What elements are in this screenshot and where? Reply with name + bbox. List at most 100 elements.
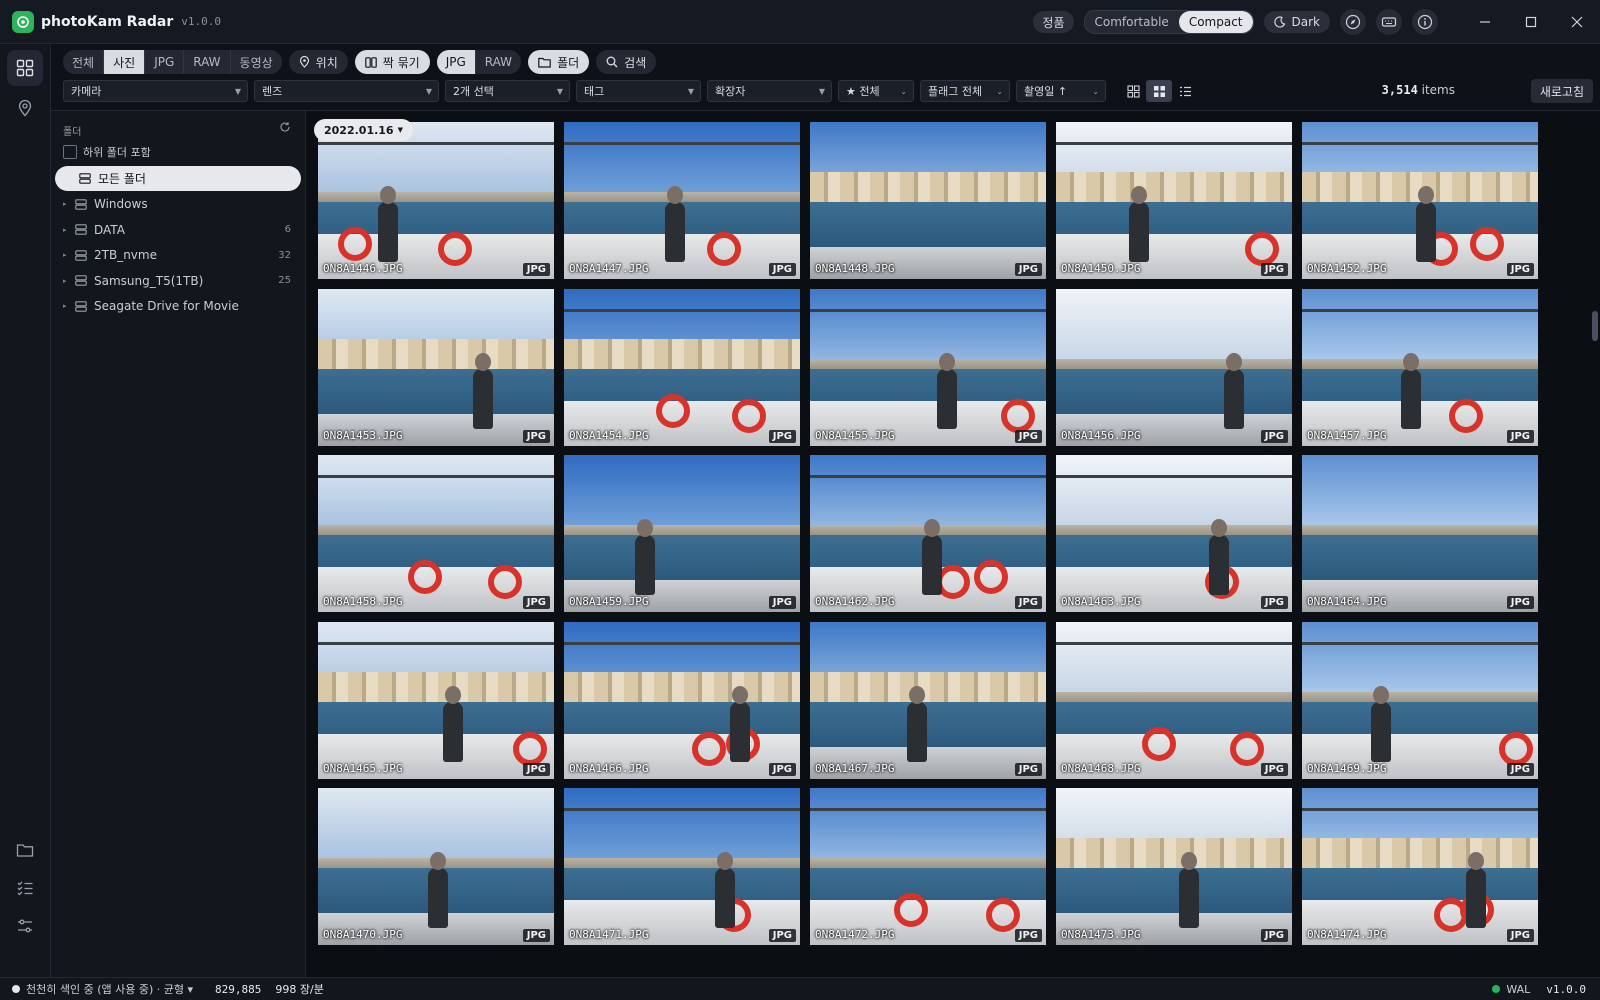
info-button[interactable] bbox=[1412, 9, 1438, 35]
photo-thumbnail[interactable]: 0N8A1453.JPG JPG bbox=[318, 289, 554, 446]
search-button[interactable]: 검색 bbox=[596, 50, 657, 74]
life-ring bbox=[408, 560, 442, 594]
location-button[interactable]: 위치 bbox=[288, 50, 348, 74]
close-button[interactable] bbox=[1554, 0, 1600, 44]
expand-arrow-icon[interactable]: ▸ bbox=[63, 200, 73, 208]
media-type-video[interactable]: 동영상 bbox=[231, 50, 282, 74]
compass-button[interactable] bbox=[1340, 9, 1366, 35]
rail-map-button[interactable] bbox=[7, 90, 43, 126]
theme-toggle[interactable]: Dark bbox=[1263, 11, 1330, 33]
sort-dropdown[interactable]: 촬영일 ↑ ⌄ bbox=[1016, 80, 1106, 102]
photo-thumbnail[interactable]: 0N8A1462.JPG JPG bbox=[810, 455, 1046, 612]
media-type-group[interactable]: 전체 사진 JPG RAW 동영상 bbox=[63, 50, 282, 74]
photo-thumbnail[interactable]: 0N8A1464.JPG JPG bbox=[1302, 455, 1538, 612]
refresh-button[interactable]: 새로고침 bbox=[1530, 79, 1593, 103]
density-comfortable[interactable]: Comfortable bbox=[1085, 11, 1179, 33]
keyboard-shortcuts-button[interactable] bbox=[1376, 9, 1402, 35]
photo-thumbnail[interactable]: 0N8A1466.JPG JPG bbox=[564, 622, 800, 779]
rail-folder-button[interactable] bbox=[7, 832, 43, 868]
photo-person-head bbox=[909, 686, 925, 704]
photo-thumbnail[interactable]: 0N8A1465.JPG JPG bbox=[318, 622, 554, 779]
include-subfolders-toggle[interactable]: 하위 폴더 포함 bbox=[63, 144, 151, 160]
folder-toggle-button[interactable]: 폴더 bbox=[528, 50, 590, 74]
folder-item[interactable]: ▸ Seagate Drive for Movie bbox=[55, 294, 301, 319]
media-type-raw[interactable]: RAW bbox=[184, 50, 231, 74]
photo-thumbnail[interactable]: 0N8A1458.JPG JPG bbox=[318, 455, 554, 612]
view-list-button[interactable] bbox=[1172, 80, 1198, 102]
multi-select-dropdown[interactable]: 2개 선택 ▼ bbox=[445, 80, 570, 102]
drive-icon bbox=[75, 224, 87, 235]
expand-arrow-icon[interactable]: ▸ bbox=[63, 302, 73, 310]
expand-arrow-icon[interactable]: ▸ bbox=[63, 277, 73, 285]
folder-item[interactable]: ▸ Samsung_T5(1TB) 25 bbox=[55, 268, 301, 293]
view-mode-switch[interactable] bbox=[1120, 80, 1198, 102]
photo-railing bbox=[318, 642, 554, 645]
media-type-jpg[interactable]: JPG bbox=[145, 50, 185, 74]
photo-thumbnail[interactable]: 0N8A1450.JPG JPG bbox=[1056, 122, 1292, 279]
photo-thumbnail[interactable]: 0N8A1469.JPG JPG bbox=[1302, 622, 1538, 779]
maximize-button[interactable] bbox=[1508, 0, 1554, 44]
photo-thumbnail[interactable]: 0N8A1473.JPG JPG bbox=[1056, 788, 1292, 945]
format-raw[interactable]: RAW bbox=[476, 50, 521, 74]
density-toggle[interactable]: Comfortable Compact bbox=[1083, 10, 1254, 34]
minimize-button[interactable] bbox=[1462, 0, 1508, 44]
photo-railing bbox=[564, 642, 800, 645]
view-compact-grid-button[interactable] bbox=[1146, 80, 1172, 102]
photo-thumbnail[interactable]: 0N8A1448.JPG JPG bbox=[810, 122, 1046, 279]
photo-filename: 0N8A1457.JPG bbox=[1307, 429, 1387, 442]
pair-group-button[interactable]: 짝 묶기 bbox=[354, 50, 430, 74]
left-rail bbox=[0, 44, 51, 977]
total-photos-count: 829,885 bbox=[215, 982, 262, 996]
expand-arrow-icon[interactable]: ▸ bbox=[63, 251, 73, 259]
photo-thumbnail[interactable]: 0N8A1468.JPG JPG bbox=[1056, 622, 1292, 779]
photo-thumbnail[interactable]: 0N8A1474.JPG JPG bbox=[1302, 788, 1538, 945]
photo-thumbnail[interactable]: 0N8A1459.JPG JPG bbox=[564, 455, 800, 612]
format-group[interactable]: JPG RAW bbox=[436, 50, 522, 74]
photo-thumbnail[interactable]: 0N8A1463.JPG JPG bbox=[1056, 455, 1292, 612]
folder-item-all[interactable]: 모든 폴더 bbox=[55, 166, 301, 191]
photo-grid: 2022.01.16 ▼ 0N8A1446.JPG JPG 0N8A1447.JPG… bbox=[306, 110, 1600, 977]
folder-item[interactable]: ▸ DATA 6 bbox=[55, 217, 301, 242]
extension-dropdown[interactable]: 확장자 ▼ bbox=[707, 80, 832, 102]
photo-railing bbox=[318, 142, 554, 145]
photo-thumbnail[interactable]: 0N8A1447.JPG JPG bbox=[564, 122, 800, 279]
folder-item[interactable]: ▸ Windows bbox=[55, 192, 301, 217]
rail-settings-button[interactable] bbox=[7, 908, 43, 944]
view-large-grid-button[interactable] bbox=[1120, 80, 1146, 102]
photo-thumbnail[interactable]: 0N8A1472.JPG JPG bbox=[810, 788, 1046, 945]
theme-label: Dark bbox=[1291, 15, 1320, 29]
include-subfolders-checkbox[interactable] bbox=[63, 145, 77, 159]
photo-thumbnail[interactable]: 0N8A1457.JPG JPG bbox=[1302, 289, 1538, 446]
photo-sky bbox=[810, 289, 1046, 359]
expand-arrow-icon[interactable]: ▸ bbox=[63, 226, 73, 234]
rail-grid-button[interactable] bbox=[7, 50, 43, 86]
photo-person bbox=[907, 702, 927, 762]
photo-thumbnail[interactable]: 0N8A1467.JPG JPG bbox=[810, 622, 1046, 779]
tag-dropdown[interactable]: 태그 ▼ bbox=[576, 80, 701, 102]
photo-type-badge: JPG bbox=[1014, 763, 1042, 776]
photo-city bbox=[564, 858, 800, 868]
lens-dropdown[interactable]: 렌즈 ▼ bbox=[254, 80, 439, 102]
photo-thumbnail[interactable]: 0N8A1454.JPG JPG bbox=[564, 289, 800, 446]
rating-dropdown[interactable]: ★ 전체 ⌄ bbox=[838, 80, 914, 102]
media-type-all[interactable]: 전체 bbox=[63, 50, 105, 74]
photo-thumbnail[interactable]: 0N8A1456.JPG JPG bbox=[1056, 289, 1292, 446]
license-badge[interactable]: 정품 bbox=[1033, 11, 1074, 33]
format-jpg[interactable]: JPG bbox=[436, 50, 476, 74]
folder-item[interactable]: ▸ 2TB_nvme 32 bbox=[55, 243, 301, 268]
camera-dropdown[interactable]: 카메라 ▼ bbox=[63, 80, 248, 102]
photo-thumbnail[interactable]: 0N8A1471.JPG JPG bbox=[564, 788, 800, 945]
photo-thumbnail[interactable]: 0N8A1470.JPG JPG bbox=[318, 788, 554, 945]
photo-thumbnail[interactable]: 0N8A1446.JPG JPG bbox=[318, 122, 554, 279]
photo-thumbnail[interactable]: 0N8A1452.JPG JPG bbox=[1302, 122, 1538, 279]
photo-filename: 0N8A1473.JPG bbox=[1061, 928, 1141, 941]
rail-tasks-button[interactable] bbox=[7, 870, 43, 906]
media-type-photo[interactable]: 사진 bbox=[104, 50, 146, 74]
date-group-button[interactable]: 2022.01.16 ▼ bbox=[314, 119, 413, 141]
flag-dropdown[interactable]: 플래그 전체 ⌄ bbox=[920, 80, 1010, 102]
indexing-mode-dropdown[interactable]: 천천히 색인 중 (앱 사용 중) · 균형 ▾ bbox=[26, 981, 193, 997]
density-compact[interactable]: Compact bbox=[1178, 11, 1253, 33]
folder-reload-button[interactable] bbox=[279, 121, 291, 136]
grid-scrollbar[interactable] bbox=[1592, 311, 1598, 341]
photo-thumbnail[interactable]: 0N8A1455.JPG JPG bbox=[810, 289, 1046, 446]
